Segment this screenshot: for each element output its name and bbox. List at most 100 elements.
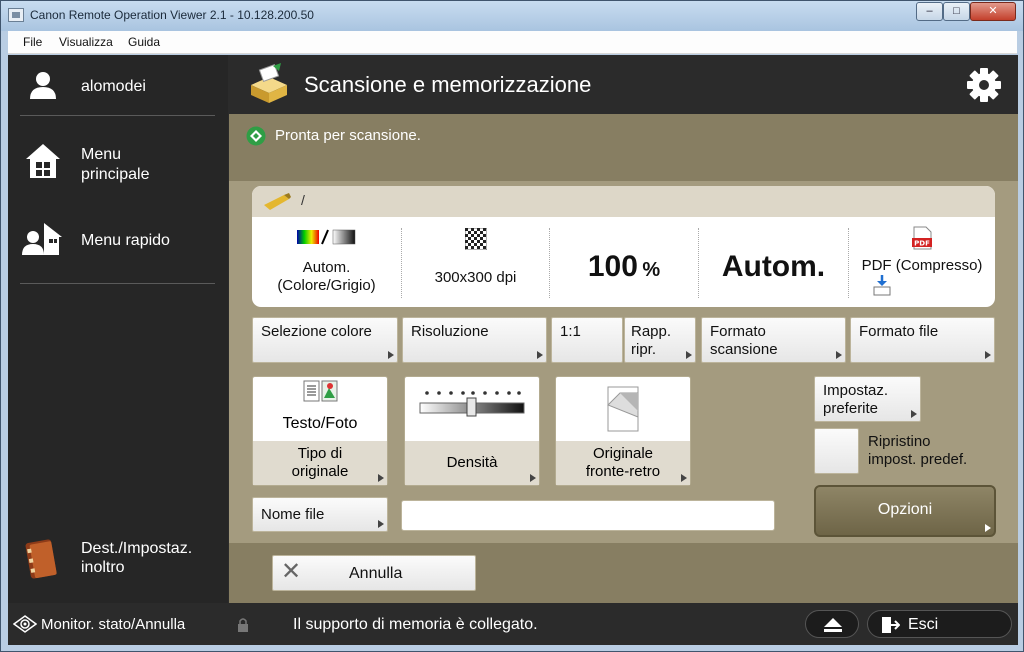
sidebar-dest-label-1: Dest./Impostaz. <box>81 540 193 557</box>
file-format-label: Formato file <box>859 323 939 340</box>
resolution-button[interactable]: Risoluzione <box>402 317 547 363</box>
page-header: Scansione e memorizzazione <box>229 55 1018 114</box>
eject-button[interactable] <box>805 610 859 638</box>
scan-size-value: Autom. <box>721 250 826 283</box>
file-format-button[interactable]: Formato file <box>850 317 995 363</box>
resolution-icon <box>464 227 487 251</box>
scan-size-label-2: scansione <box>710 341 778 358</box>
sidebar-divider <box>20 283 215 284</box>
restore-defaults-label-2: impost. predef. <box>868 451 968 468</box>
file-name-input[interactable] <box>401 500 775 531</box>
duplex-page-icon <box>607 386 639 432</box>
chevron-right-icon <box>388 351 394 359</box>
exit-button[interactable]: Esci <box>867 610 1012 638</box>
destination-path: / <box>301 192 305 208</box>
destination-path-bar: / <box>252 186 995 217</box>
chevron-right-icon <box>911 410 917 418</box>
minimize-button[interactable]: – <box>916 2 943 21</box>
main-area: Pronta per scansione. / Autom. (Colore/G… <box>229 114 1018 603</box>
ratio-value: 100 <box>587 250 638 283</box>
app-window: Canon Remote Operation Viewer 2.1 - 10.1… <box>0 0 1024 652</box>
chevron-right-icon <box>686 351 692 359</box>
color-mode-line-2: (Colore/Grigio) <box>277 277 376 294</box>
sidebar-item-quick-menu[interactable]: Menu rapido <box>8 205 228 275</box>
svg-text:PDF: PDF <box>914 240 930 248</box>
options-button[interactable]: Opzioni <box>814 485 996 537</box>
density-label: Densità <box>446 454 498 471</box>
menu-file[interactable]: File <box>23 35 42 49</box>
menu-help[interactable]: Guida <box>128 35 160 49</box>
duplex-lower: Originale fronte-retro <box>556 441 690 485</box>
scan-size-summary: Autom. <box>699 228 848 298</box>
copy-ratio-button[interactable]: Rapp. ripr. <box>624 317 696 363</box>
color-select-label: Selezione colore <box>261 323 372 340</box>
resolution-summary: 300x300 dpi <box>402 227 549 298</box>
color-select-button[interactable]: Selezione colore <box>252 317 398 363</box>
usb-memory-icon <box>264 193 291 210</box>
color-gray-icon <box>296 229 355 245</box>
page-title: Scansione e memorizzazione <box>304 72 592 97</box>
quick-menu-icon <box>22 223 62 255</box>
restore-defaults-button[interactable] <box>814 428 859 474</box>
file-format-summary: PDF PDF (Compresso) <box>849 226 995 296</box>
favorite-settings-button[interactable]: Impostaz. preferite <box>814 376 921 422</box>
chevron-right-icon <box>537 351 543 359</box>
chevron-right-icon <box>836 351 842 359</box>
color-mode-line-1: Autom. <box>302 259 351 276</box>
ratio-one-to-one-button[interactable]: 1:1 <box>551 317 623 363</box>
lock-icon <box>238 618 248 632</box>
original-type-button[interactable]: Testo/Foto Tipo di originale <box>252 376 388 486</box>
maximize-button[interactable]: □ <box>943 2 970 21</box>
settings-summary-panel: / Autom. (Colore/Grigio) 300x300 dpi 100… <box>252 186 995 307</box>
sidebar: alomodei Menu principale Menu rapido Des… <box>8 55 228 603</box>
text-photo-icon <box>303 380 338 402</box>
status-monitor-label: Monitor. stato/Annulla <box>41 616 186 633</box>
file-name-button[interactable]: Nome file <box>252 497 388 532</box>
menu-bar: File Visualizza Guida <box>8 31 1017 54</box>
address-book-icon <box>25 539 57 579</box>
duplex-original-button[interactable]: Originale fronte-retro <box>555 376 691 486</box>
action-strip: ✕ Annulla <box>229 543 1018 603</box>
footer-bar: Il supporto di memoria è collegato. Esci <box>229 603 1018 645</box>
app-icon <box>8 8 24 22</box>
sidebar-main-menu-label-1: Menu <box>81 146 122 163</box>
density-slider-icon <box>419 391 525 417</box>
ratio-unit: % <box>642 259 661 281</box>
chevron-right-icon <box>378 520 384 528</box>
chevron-right-icon <box>985 524 991 532</box>
status-area: Pronta per scansione. <box>229 114 1018 181</box>
status-monitor-bar[interactable]: Monitor. stato/Annulla <box>8 603 228 645</box>
ready-status-icon <box>246 126 266 146</box>
duplex-label-1: Originale <box>592 445 654 462</box>
restore-defaults-label-1: Ripristino <box>868 433 931 450</box>
density-button[interactable]: Densità <box>404 376 540 486</box>
close-icon: ✕ <box>281 558 302 585</box>
gear-icon[interactable] <box>966 67 1002 103</box>
original-type-lower: Tipo di originale <box>253 441 387 485</box>
compressed-icon <box>873 275 891 296</box>
original-type-label-2: originale <box>291 463 349 480</box>
window-title: Canon Remote Operation Viewer 2.1 - 10.1… <box>30 8 314 22</box>
eject-icon <box>824 618 842 632</box>
sidebar-item-user[interactable]: alomodei <box>8 55 228 115</box>
sidebar-item-main-menu[interactable]: Menu principale <box>8 125 228 195</box>
color-mode-summary: Autom. (Colore/Grigio) <box>252 228 401 298</box>
original-type-label-1: Tipo di <box>297 445 343 462</box>
chevron-right-icon <box>530 474 536 482</box>
exit-label: Esci <box>908 616 939 633</box>
chevron-right-icon <box>378 474 384 482</box>
ratio-summary: 100 % <box>550 228 698 298</box>
favorite-settings-label-2: preferite <box>823 400 879 417</box>
cancel-button[interactable]: ✕ Annulla <box>272 555 476 591</box>
sidebar-divider <box>20 115 215 116</box>
menu-view[interactable]: Visualizza <box>59 35 113 49</box>
status-message: Pronta per scansione. <box>275 127 421 144</box>
file-name-label: Nome file <box>261 506 325 523</box>
close-button[interactable]: ✕ <box>970 2 1016 21</box>
copy-ratio-label-2: ripr. <box>631 341 657 358</box>
cancel-label: Annulla <box>349 565 403 582</box>
client-area: alomodei Menu principale Menu rapido Des… <box>8 55 1018 645</box>
sidebar-item-destinations[interactable]: Dest./Impostaz. inoltro <box>8 525 228 595</box>
scan-size-button[interactable]: Formato scansione <box>701 317 846 363</box>
chevron-right-icon <box>985 351 991 359</box>
